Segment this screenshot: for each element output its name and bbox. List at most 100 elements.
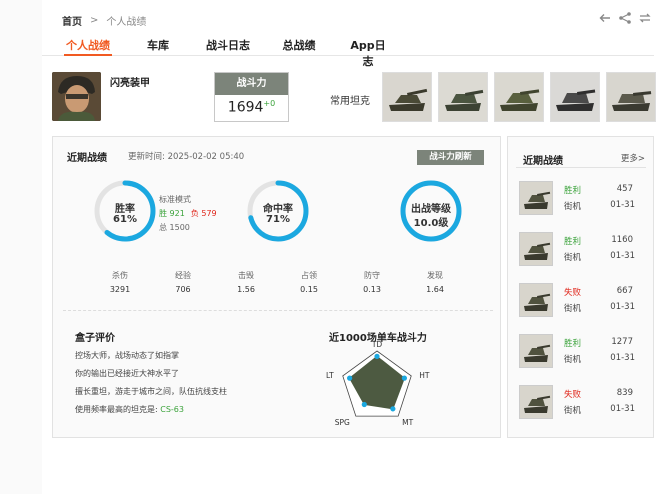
win-rate-label: 胜率 <box>115 204 135 215</box>
stat-label: 经验 <box>175 271 191 280</box>
common-tanks-label: 常用坦克 <box>330 96 370 107</box>
battle-row[interactable]: 胜利街机 1160 01-31 <box>519 232 647 272</box>
battle-result: 胜利 <box>564 186 582 196</box>
radar-point <box>361 401 367 408</box>
page: 首页 > 个人战绩 个人战绩 车库 战斗日志 总战绩 App日志 闪亮装甲 战斗… <box>42 0 670 494</box>
combat-power-delta: +0 <box>263 99 276 108</box>
battle-result: 胜利 <box>564 237 582 247</box>
battle-level-value: 10.0级 <box>413 218 449 229</box>
battle-mode: 街机 <box>564 355 582 365</box>
favorite-tank-name[interactable]: CS-63 <box>160 405 184 414</box>
stat-value: 0.15 <box>300 285 318 294</box>
mode-label: 标准模式 <box>159 195 191 204</box>
breadcrumb-separator: > <box>90 15 99 26</box>
battle-damage: 457 <box>616 184 633 194</box>
radar-chart: TD HT MT SPG LT <box>326 340 430 427</box>
tab-battle-log[interactable]: 战斗日志 <box>206 30 250 56</box>
tank-thumbnail[interactable] <box>606 72 656 122</box>
tank-thumbnail <box>519 181 553 215</box>
tank-thumbnail <box>519 334 553 368</box>
recent-battles-panel: 近期战绩 更多> 胜利 街机 457 01-31 胜利 街机 1160 01-31 失败 街机 66… <box>507 136 654 438</box>
radar-axis-label: LT <box>326 371 334 380</box>
recent-record-title: 近期战绩 <box>67 153 107 164</box>
battle-date: 01-31 <box>610 200 635 210</box>
evaluation-line: 控场大师，战场动态了如指掌 <box>75 351 179 360</box>
combat-power-box: 战斗力 1694+0 <box>214 72 289 122</box>
stat-value: 0.13 <box>363 285 381 294</box>
win-rate-value: 61% <box>113 214 137 225</box>
wins-count: 胜 921 <box>159 209 185 218</box>
stat-value: 706 <box>175 285 191 294</box>
favorite-tank-line: 使用频率最高的坦克是: CS-63 <box>75 405 184 414</box>
tank-thumbnail[interactable] <box>382 72 432 122</box>
radar-axis-label: TD <box>371 340 383 349</box>
divider <box>516 167 646 168</box>
breadcrumb-home[interactable]: 首页 <box>62 13 82 28</box>
battle-damage: 667 <box>616 286 633 296</box>
tab-overall-record[interactable]: 总战绩 <box>282 30 316 56</box>
win-breakdown: 标准模式 胜 921 负 579 总 1500 <box>159 193 217 235</box>
evaluation-line: 擅长重坦，游走于城市之间，队伍抗线支柱 <box>75 387 227 396</box>
battle-damage: 1277 <box>611 337 633 347</box>
battle-date: 01-31 <box>610 353 635 363</box>
battle-damage: 1160 <box>611 235 633 245</box>
update-time: 更新时间: 2025-02-02 05:40 <box>128 152 245 162</box>
radar-point <box>401 375 407 381</box>
refresh-power-button[interactable]: 战斗力刷新 <box>417 150 484 165</box>
avatar <box>52 72 101 121</box>
breadcrumb: 首页 > 个人战绩 <box>62 13 146 28</box>
stat-label: 击毁 <box>238 271 254 280</box>
share-icon[interactable] <box>618 11 632 25</box>
common-tanks-list <box>382 72 656 122</box>
breadcrumb-current: 个人战绩 <box>106 17 147 28</box>
tab-bar: 个人战绩 车库 战斗日志 总战绩 App日志 <box>42 30 654 68</box>
battle-row[interactable]: 失败街机 667 01-31 <box>519 283 647 323</box>
radar-point <box>347 375 353 381</box>
tank-thumbnail <box>519 283 553 317</box>
battle-mode: 街机 <box>564 304 582 314</box>
tank-thumbnail[interactable] <box>438 72 488 122</box>
battle-level-ring: 出战等级 10.0级 <box>399 179 463 243</box>
evaluation-title: 盒子评价 <box>75 333 115 344</box>
combat-power-value: 1694+0 <box>227 99 276 116</box>
battle-date: 01-31 <box>610 302 635 312</box>
battle-result: 失败 <box>564 390 582 400</box>
back-arrow-icon[interactable] <box>598 11 612 25</box>
radar-point <box>390 406 396 412</box>
player-name: 闪亮装甲 <box>110 78 150 89</box>
tank-thumbnail[interactable] <box>550 72 600 122</box>
more-link[interactable]: 更多> <box>621 152 645 164</box>
stat-value: 3291 <box>109 285 131 294</box>
total-count: 总 1500 <box>159 223 190 232</box>
tank-thumbnail[interactable] <box>494 72 544 122</box>
tab-app-log[interactable]: App日志 <box>346 30 390 68</box>
refresh-icon[interactable] <box>638 11 652 25</box>
combat-power-label: 战斗力 <box>215 73 288 95</box>
battle-mode: 街机 <box>564 202 582 212</box>
header-actions <box>598 11 652 25</box>
hit-rate-label: 命中率 <box>263 204 293 215</box>
stat-value: 1.64 <box>426 285 444 294</box>
battle-level-label: 出战等级 <box>411 204 451 215</box>
battle-result: 胜利 <box>564 339 582 349</box>
divider <box>63 310 493 311</box>
stat-value: 1.56 <box>237 285 255 294</box>
battle-row[interactable]: 胜利街机 457 01-31 <box>519 181 647 221</box>
hit-rate-value: 71% <box>266 214 290 225</box>
radar-axis-label: HT <box>419 371 430 380</box>
recent-record-panel: 近期战绩 更新时间: 2025-02-02 05:40 战斗力刷新 胜率 61%… <box>52 136 501 438</box>
win-rate-ring: 胜率 61% <box>93 179 157 243</box>
battle-row[interactable]: 失败 街机 839 01-31 <box>519 385 647 425</box>
battle-row[interactable]: 胜利街机 1277 01-31 <box>519 334 647 374</box>
tab-personal-record[interactable]: 个人战绩 <box>64 30 112 56</box>
radar-axis-label: SPG <box>335 418 350 427</box>
battle-mode: 街机 <box>564 406 582 416</box>
hit-rate-ring: 命中率 71% <box>246 179 310 243</box>
recent-battles-title: 近期战绩 <box>523 156 563 167</box>
radar-axis-label: MT <box>402 418 413 427</box>
tank-thumbnail <box>519 385 553 419</box>
battle-result: 失败 <box>564 288 582 298</box>
battle-date: 01-31 <box>610 251 635 261</box>
tab-garage[interactable]: 车库 <box>144 30 172 56</box>
battle-mode: 街机 <box>564 253 582 263</box>
